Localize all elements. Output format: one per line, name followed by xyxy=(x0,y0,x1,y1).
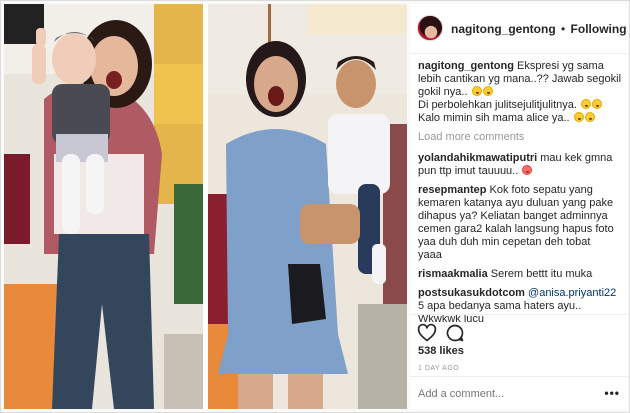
comment-line: pun ttp imut tauuuu.. xyxy=(418,165,624,178)
post-photo xyxy=(4,4,407,409)
likes-count[interactable]: 538 likes xyxy=(418,345,464,357)
photo-panel-right xyxy=(208,4,407,409)
emoji-icon xyxy=(581,99,592,109)
comment-line: yaaa xyxy=(418,249,442,261)
comment-text: Serem bettt itu muka xyxy=(490,268,593,280)
comment-text: Kok foto sepatu yang xyxy=(489,184,593,196)
caption-text-3: gokil nya.. xyxy=(418,86,468,98)
instagram-post-frame: nagitong_gentong • Following nagitong_ge… xyxy=(0,0,630,413)
avatar[interactable] xyxy=(417,15,443,41)
comment-item: rismaakmalia Serem bettt itu muka xyxy=(418,268,624,281)
comment-line: 5 apa bedanya sama haters ayu.. xyxy=(418,300,582,312)
comment-line: yolandahikmawatiputri mau kek gmna xyxy=(418,152,624,165)
caption-text-1: Ekspresi yg sama xyxy=(517,60,604,72)
post-header: nagitong_gentong • Following xyxy=(410,4,628,54)
emoji-icon xyxy=(584,112,595,122)
caption-line-5: Kalo mimin sih mama alice ya.. xyxy=(418,112,624,125)
comment-text: mau kek gmna xyxy=(540,152,613,164)
emoji-icon xyxy=(482,86,493,96)
comment-line: rismaakmalia Serem bettt itu muka xyxy=(418,268,624,281)
emoji-icon xyxy=(522,165,533,175)
heart-icon[interactable] xyxy=(417,323,437,343)
following-button[interactable]: Following xyxy=(571,22,627,36)
caption-line-2: lebih cantikan yg mana..?? Jawab segokil xyxy=(418,73,622,85)
comment-username[interactable]: resepmantep xyxy=(418,184,486,196)
comment-line: yaa duh duh min cepetan deh tobat xyxy=(418,236,591,248)
caption-line-4: Di perbolehkan julitsejulitjulitnya. xyxy=(418,99,624,112)
comment-item: resepmantep Kok foto sepatu yang kemaren… xyxy=(418,184,624,262)
comment-line: kemaren katanya ayu duluan yang pake xyxy=(418,197,614,209)
caption-username[interactable]: nagitong_gentong xyxy=(418,60,514,72)
header-separator: • xyxy=(561,22,566,36)
comment-line: postsukasukdotcom @anisa.priyanti22 xyxy=(418,287,624,300)
photo-panel-left xyxy=(4,4,203,409)
caption-text-5: Kalo mimin sih mama alice ya.. xyxy=(418,112,570,124)
more-options-button[interactable]: ••• xyxy=(604,386,620,400)
emoji-icon xyxy=(592,99,603,109)
comment-username[interactable]: postsukasukdotcom xyxy=(418,287,525,299)
caption: nagitong_gentong Ekspresi yg sama lebih … xyxy=(418,60,624,125)
comment-line: cemen gara2 kalah langsung hapus foto xyxy=(418,223,614,235)
emoji-icon xyxy=(573,112,584,122)
emoji-icon xyxy=(471,86,482,96)
comment-line: resepmantep Kok foto sepatu yang xyxy=(418,184,624,197)
header-user-line: nagitong_gentong • Following xyxy=(451,22,627,36)
add-comment-bar: ••• xyxy=(410,376,628,409)
header-username[interactable]: nagitong_gentong xyxy=(451,22,556,36)
caption-line-3: gokil nya.. xyxy=(418,86,624,99)
post-timestamp: 1 DAY AGO xyxy=(418,365,460,372)
post-side-panel: nagitong_gentong • Following nagitong_ge… xyxy=(410,4,628,409)
photo-right-image xyxy=(208,4,407,409)
photo-left-image xyxy=(4,4,203,409)
load-more-comments-link[interactable]: Load more comments xyxy=(418,131,624,144)
comment-username[interactable]: yolandahikmawatiputri xyxy=(418,152,537,164)
comment-mention-link[interactable]: @anisa.priyanti22 xyxy=(528,287,616,299)
caption-text-4: Di perbolehkan julitsejulitjulitnya. xyxy=(418,99,577,111)
comment-bubble-icon[interactable] xyxy=(445,323,465,343)
comment-text: pun ttp imut tauuuu.. xyxy=(418,165,519,177)
comment-username[interactable]: rismaakmalia xyxy=(418,268,488,280)
comments-section: nagitong_gentong Ekspresi yg sama lebih … xyxy=(418,60,624,332)
comment-item: yolandahikmawatiputri mau kek gmna pun t… xyxy=(418,152,624,178)
caption-line-1: nagitong_gentong Ekspresi yg sama xyxy=(418,60,624,73)
add-comment-input[interactable] xyxy=(418,387,598,401)
comment-line: dihapus ya? Keliatan banget adminnya xyxy=(418,210,608,222)
